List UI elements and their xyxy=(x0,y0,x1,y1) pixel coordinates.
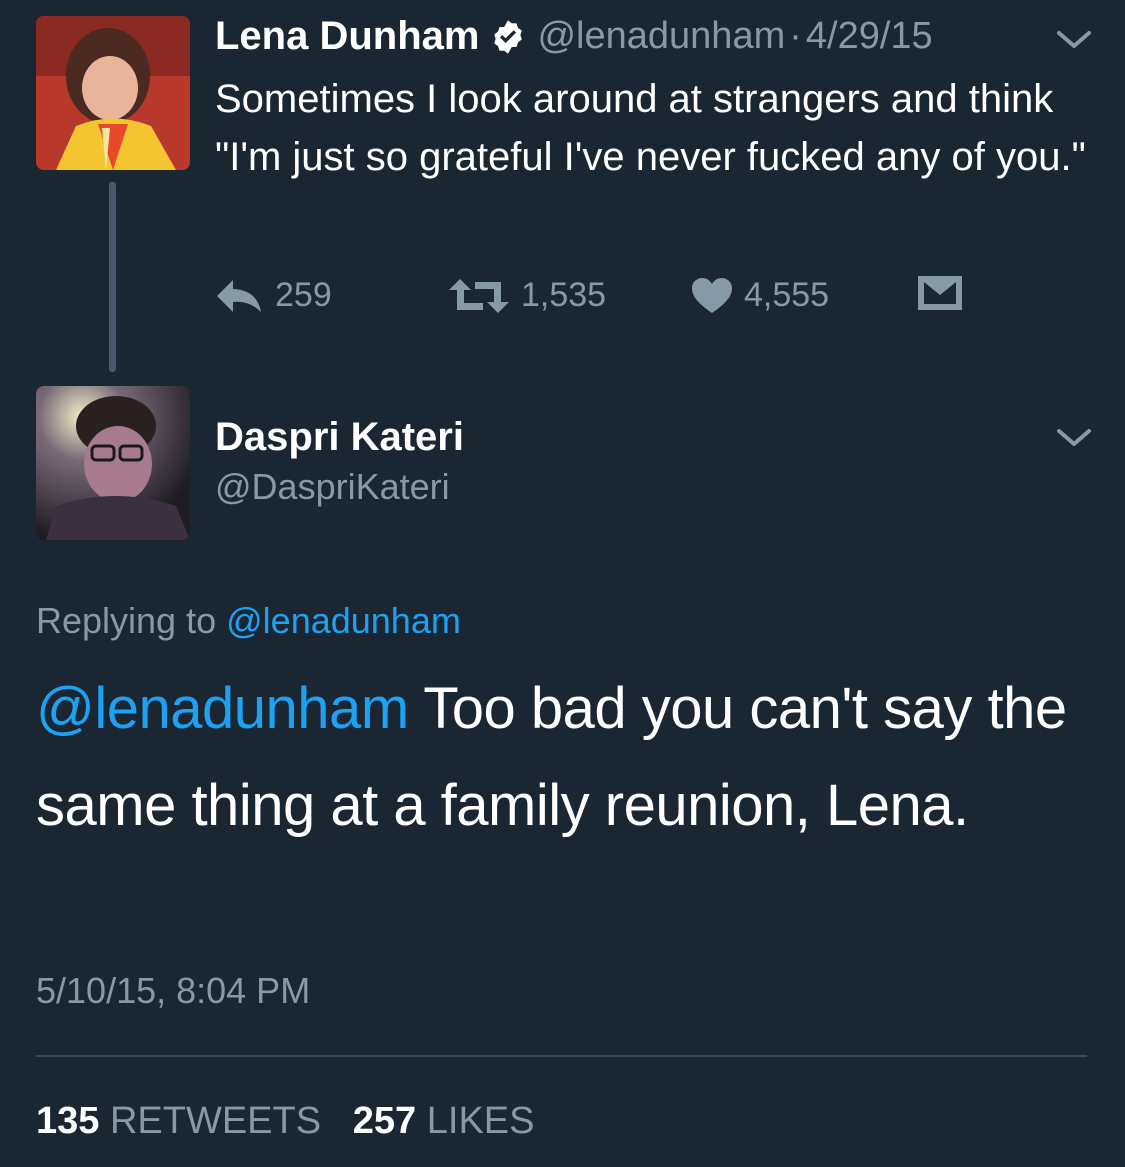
likes-count[interactable]: 257 xyxy=(353,1100,416,1142)
reply-count: 259 xyxy=(275,276,332,314)
reply-author-handle[interactable]: @DaspriKateri xyxy=(215,466,450,508)
retweet-action[interactable]: 1,535 xyxy=(449,276,606,315)
engagement-stats: 135 RETWEETS 257 LIKES xyxy=(36,1100,534,1143)
direct-message-action[interactable] xyxy=(918,276,962,310)
retweets-label[interactable]: RETWEETS xyxy=(110,1100,321,1142)
reply-author-name[interactable]: Daspri Kateri xyxy=(215,415,464,460)
lena-avatar[interactable] xyxy=(36,16,190,170)
parent-author-name[interactable]: Lena Dunham xyxy=(215,14,479,59)
parent-tweet-date[interactable]: 4/29/15 xyxy=(806,15,933,58)
reply-timestamp[interactable]: 5/10/15, 8:04 PM xyxy=(36,970,310,1012)
verified-badge-icon xyxy=(494,19,523,54)
retweet-count: 1,535 xyxy=(521,276,607,314)
replying-to-line: Replying to @lenadunham xyxy=(36,600,461,642)
mention-link[interactable]: @lenadunham xyxy=(36,676,409,741)
like-action[interactable]: 4,555 xyxy=(692,276,829,315)
header-separator: · xyxy=(789,15,802,57)
replying-to-link[interactable]: @lenadunham xyxy=(226,600,461,641)
thread-connector-line xyxy=(109,182,116,372)
parent-tweet-text: Sometimes I look around at strangers and… xyxy=(215,77,1086,179)
like-count: 4,555 xyxy=(744,276,830,314)
retweet-icon xyxy=(449,278,509,313)
reply-icon xyxy=(217,279,261,312)
heart-icon xyxy=(692,277,732,313)
reply-tweet-text: @lenadunham Too bad you can't say the sa… xyxy=(36,660,1096,854)
envelope-icon xyxy=(918,276,962,310)
replying-to-label: Replying to xyxy=(36,600,217,641)
retweets-count[interactable]: 135 xyxy=(36,1100,99,1142)
divider xyxy=(36,1055,1087,1057)
parent-tweet-header: Lena Dunham @lenadunham · 4/29/15 xyxy=(215,14,933,59)
chevron-down-icon[interactable] xyxy=(1057,428,1091,448)
chevron-down-icon[interactable] xyxy=(1057,30,1091,50)
reply-action[interactable]: 259 xyxy=(215,276,332,315)
daspri-avatar[interactable] xyxy=(36,386,190,540)
likes-label[interactable]: LIKES xyxy=(427,1100,535,1142)
parent-author-handle[interactable]: @lenadunham xyxy=(537,15,785,58)
